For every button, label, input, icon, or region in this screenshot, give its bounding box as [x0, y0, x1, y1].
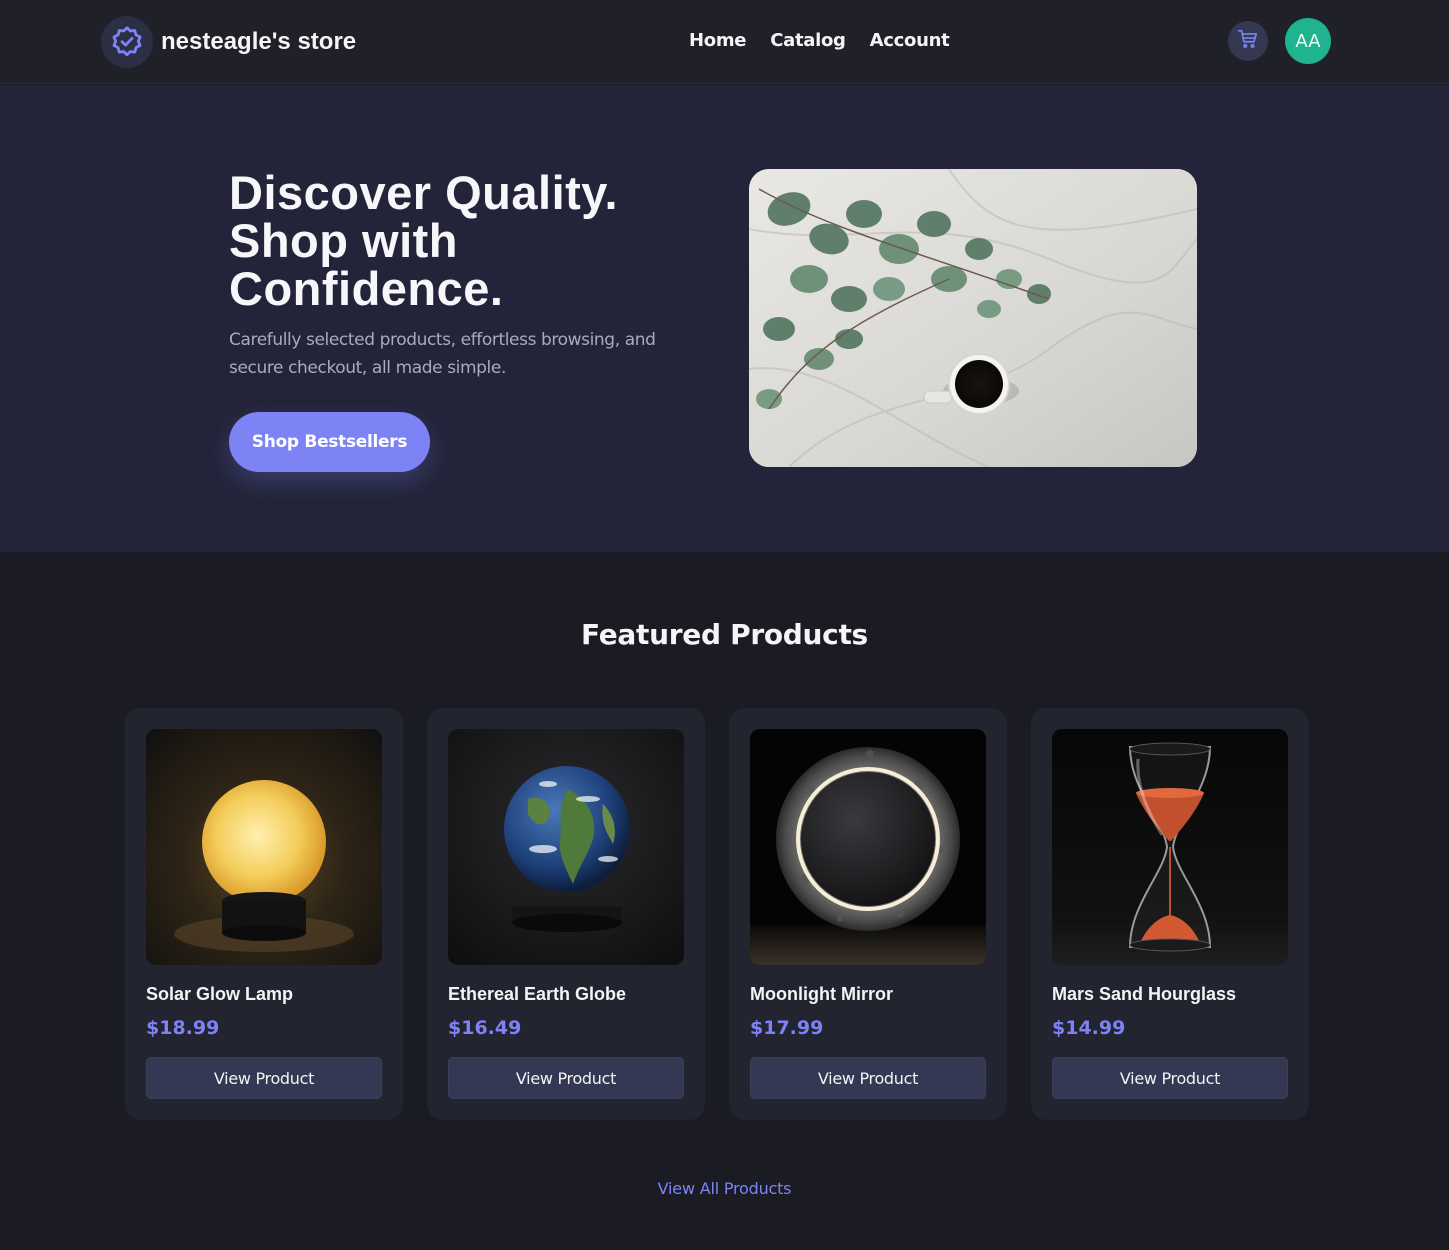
site-header: nesteagle's store Home Catalog Account A…: [0, 0, 1449, 84]
product-price: $14.99: [1052, 1017, 1126, 1039]
view-product-button[interactable]: View Product: [146, 1057, 382, 1099]
product-image-solar-glow-lamp[interactable]: [146, 729, 382, 965]
view-all-products-link[interactable]: View All Products: [0, 1179, 1449, 1198]
hero-section: Discover Quality. Shop with Confidence. …: [0, 85, 1449, 552]
product-card: Ethereal Earth Globe $16.49 View Product: [427, 708, 705, 1120]
shopping-cart-icon: [1237, 28, 1259, 55]
product-image-ethereal-earth-globe[interactable]: [448, 729, 684, 965]
nav-catalog[interactable]: Catalog: [770, 30, 846, 51]
product-name: Solar Glow Lamp: [146, 984, 294, 1004]
view-product-button[interactable]: View Product: [448, 1057, 684, 1099]
hero-title-line: Shop with: [229, 214, 459, 267]
shop-bestsellers-button[interactable]: Shop Bestsellers: [229, 412, 430, 472]
product-image-moonlight-mirror[interactable]: [750, 729, 986, 965]
nav-account[interactable]: Account: [870, 30, 950, 51]
product-image-mars-sand-hourglass[interactable]: [1052, 729, 1288, 965]
product-price: $18.99: [146, 1017, 220, 1039]
product-name: Ethereal Earth Globe: [448, 984, 627, 1004]
hero-title: Discover Quality. Shop with Confidence.: [229, 169, 709, 313]
user-avatar[interactable]: AA: [1285, 18, 1331, 64]
featured-products-title: Featured Products: [581, 618, 868, 651]
hero-image: [749, 169, 1197, 467]
product-name: Mars Sand Hourglass: [1052, 984, 1237, 1004]
view-product-button[interactable]: View Product: [1052, 1057, 1288, 1099]
product-name: Moonlight Mirror: [750, 984, 893, 1004]
nav-home[interactable]: Home: [689, 30, 747, 51]
verified-badge-icon: [101, 16, 153, 68]
cart-button[interactable]: [1228, 21, 1268, 61]
product-price: $16.49: [448, 1017, 522, 1039]
product-price: $17.99: [750, 1017, 824, 1039]
hero-title-line: Discover Quality.: [229, 166, 618, 219]
main-nav: Home Catalog Account: [689, 30, 950, 51]
hero-subtitle: Carefully selected products, effortless …: [229, 330, 656, 378]
store-logo[interactable]: nesteagle's store: [101, 16, 356, 68]
product-card: Mars Sand Hourglass $14.99 View Product: [1031, 708, 1309, 1120]
store-name: nesteagle's store: [161, 28, 357, 55]
hero-title-line: Confidence.: [229, 262, 504, 315]
product-card: Moonlight Mirror $17.99 View Product: [729, 708, 1007, 1120]
product-card: Solar Glow Lamp $18.99 View Product: [125, 708, 403, 1120]
view-product-button[interactable]: View Product: [750, 1057, 986, 1099]
